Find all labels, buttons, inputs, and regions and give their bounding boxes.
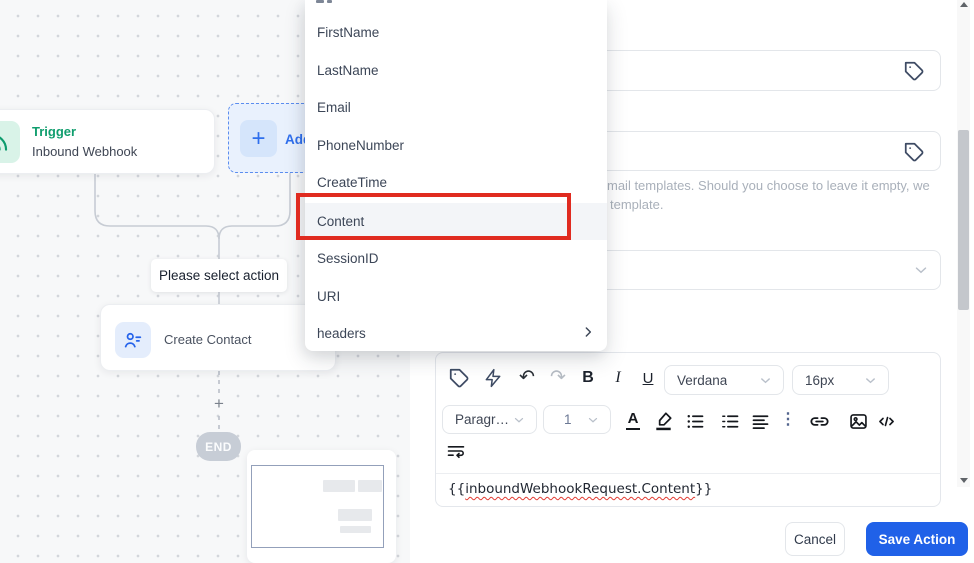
font-color-letter: A bbox=[625, 410, 641, 430]
menu-item-firstname[interactable]: FirstName bbox=[305, 22, 607, 42]
end-badge-label: END bbox=[205, 439, 232, 454]
help-text-line-2: template. bbox=[610, 197, 664, 212]
select-action-prompt-label: Please select action bbox=[158, 268, 280, 283]
chevron-down-icon bbox=[758, 373, 773, 388]
cancel-button[interactable]: Cancel bbox=[785, 522, 845, 556]
chevron-down-icon bbox=[586, 413, 600, 427]
plus-glyph: + bbox=[214, 394, 224, 413]
scrollbar-thumb[interactable] bbox=[958, 130, 969, 310]
placeholder-bar bbox=[338, 509, 372, 521]
menu-item-createtime[interactable]: CreateTime bbox=[305, 172, 607, 192]
editor-content[interactable]: {{inboundWebhookRequest.Content}} bbox=[448, 481, 928, 497]
preview-card-frame bbox=[251, 465, 384, 548]
placeholder-bar bbox=[323, 480, 355, 492]
line-height-value: 1 bbox=[564, 412, 572, 427]
plus-icon: + bbox=[240, 120, 277, 157]
webhook-icon bbox=[0, 121, 20, 163]
chevron-right-icon bbox=[580, 324, 596, 340]
tag-icon[interactable] bbox=[904, 60, 926, 82]
font-color-button[interactable]: A bbox=[622, 408, 644, 432]
menu-item-sessionid[interactable]: SessionID bbox=[305, 248, 607, 268]
chevron-down-icon bbox=[912, 261, 930, 279]
plus-glyph: + bbox=[251, 124, 266, 152]
insert-variable-tag-icon[interactable] bbox=[447, 366, 471, 390]
font-size-select[interactable]: 16px bbox=[792, 365, 889, 395]
preview-card-node[interactable] bbox=[247, 450, 396, 563]
brace-open: {{ bbox=[448, 481, 466, 497]
create-contact-node[interactable]: Create Contact bbox=[100, 304, 336, 371]
paragraph-style-value: Paragra... bbox=[455, 412, 512, 427]
more-options-kebab-icon[interactable]: ⋮ bbox=[780, 407, 796, 433]
placeholder-bar bbox=[358, 480, 382, 492]
trigger-node[interactable]: Trigger Inbound Webhook bbox=[0, 109, 215, 174]
contact-icon bbox=[115, 322, 151, 358]
scroll-up-arrow[interactable] bbox=[960, 2, 968, 7]
ordered-list-icon[interactable] bbox=[718, 409, 742, 433]
clipped-menu-item-fragment bbox=[327, 0, 332, 3]
add-step-plus[interactable]: + bbox=[211, 394, 227, 413]
end-badge: END bbox=[196, 432, 241, 461]
scroll-down-arrow[interactable] bbox=[960, 478, 968, 483]
code-icon[interactable] bbox=[874, 409, 898, 433]
rich-text-editor: ↶ ↷ B I U Verdana 16px Paragra... 1 A ⋮ … bbox=[435, 352, 941, 507]
redo-icon[interactable]: ↷ bbox=[546, 365, 570, 389]
chevron-down-icon bbox=[863, 373, 878, 388]
brace-close: }} bbox=[695, 481, 713, 497]
select-action-prompt: Please select action bbox=[151, 259, 287, 292]
image-icon[interactable] bbox=[846, 409, 870, 433]
save-action-button[interactable]: Save Action bbox=[866, 522, 968, 556]
chevron-down-icon bbox=[512, 413, 526, 427]
tag-icon[interactable] bbox=[904, 141, 926, 163]
font-family-value: Verdana bbox=[677, 372, 728, 388]
menu-item-headers[interactable]: headers bbox=[305, 323, 607, 343]
italic-button[interactable]: I bbox=[607, 366, 629, 390]
menu-item-lastname[interactable]: LastName bbox=[305, 60, 607, 80]
menu-item-email[interactable]: Email bbox=[305, 97, 607, 117]
line-height-select[interactable]: 1 bbox=[543, 405, 611, 434]
lightning-icon[interactable] bbox=[481, 366, 505, 390]
font-family-select[interactable]: Verdana bbox=[664, 365, 784, 395]
clipped-menu-item-fragment bbox=[316, 0, 324, 3]
toolbar-divider bbox=[436, 473, 940, 474]
undo-icon[interactable]: ↶ bbox=[515, 365, 539, 389]
paragraph-style-select[interactable]: Paragra... bbox=[442, 405, 537, 434]
menu-item-uri[interactable]: URI bbox=[305, 286, 607, 306]
bullet-list-icon[interactable] bbox=[683, 409, 707, 433]
font-size-value: 16px bbox=[805, 372, 835, 388]
highlight-color-icon[interactable] bbox=[650, 407, 676, 433]
menu-item-content[interactable]: Content bbox=[305, 211, 607, 231]
help-text-line-1: mail templates. Should you choose to lea… bbox=[607, 178, 930, 193]
link-icon[interactable] bbox=[806, 409, 832, 433]
workflow-editor-screen: Trigger Inbound Webhook + Add Please sel… bbox=[0, 0, 974, 563]
variable-token: inboundWebhookRequest.Content bbox=[465, 481, 696, 497]
text-wrap-icon[interactable] bbox=[444, 439, 468, 463]
align-text-icon[interactable] bbox=[748, 409, 772, 433]
menu-item-phonenumber[interactable]: PhoneNumber bbox=[305, 135, 607, 155]
placeholder-bar bbox=[340, 526, 371, 533]
bold-button[interactable]: B bbox=[577, 366, 599, 390]
create-contact-label: Create Contact bbox=[164, 332, 252, 347]
variable-picker-dropdown: FirstName LastName Email PhoneNumber Cre… bbox=[305, 0, 607, 351]
trigger-node-subtitle: Inbound Webhook bbox=[32, 144, 138, 159]
trigger-node-title: Trigger bbox=[32, 124, 77, 139]
underline-button[interactable]: U bbox=[637, 366, 659, 390]
